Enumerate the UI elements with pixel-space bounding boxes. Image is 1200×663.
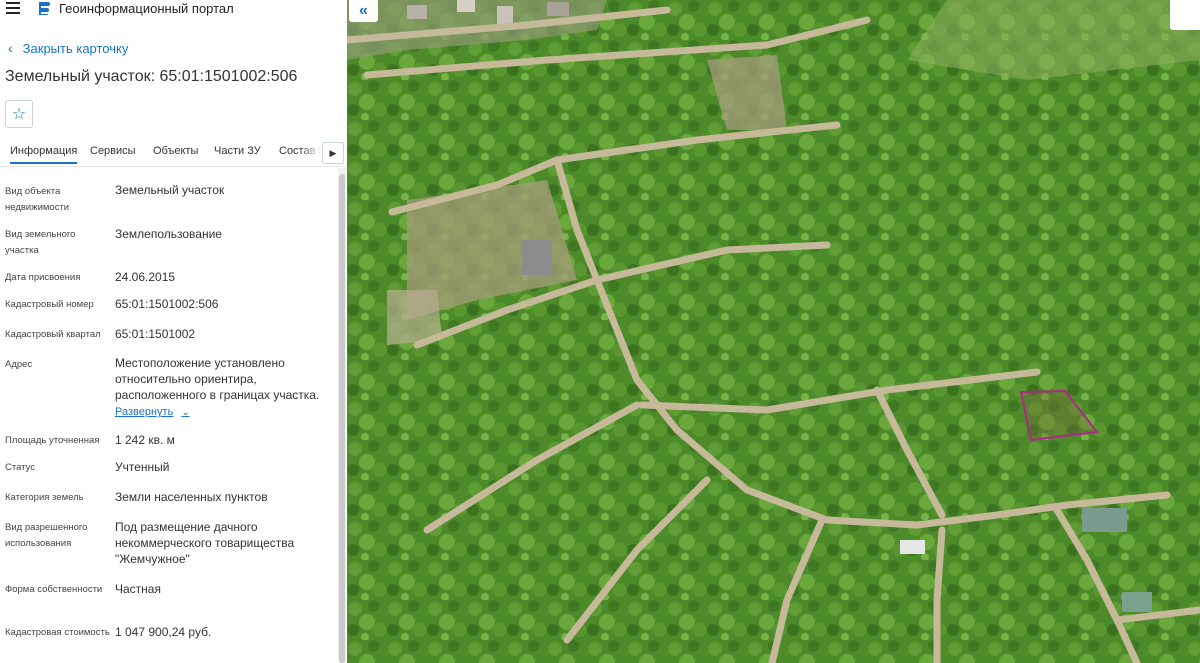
- field-label: Вид объекта недвижимости: [5, 186, 70, 213]
- star-icon: ☆: [11, 106, 27, 123]
- field-label: Вид земельного участка: [5, 229, 76, 256]
- close-card-label: Закрыть карточку: [22, 40, 129, 56]
- field-value: Земли населенных пунктов: [115, 490, 268, 504]
- field-label: Кадастровый квартал: [5, 329, 101, 340]
- field-value: 24.06.2015: [115, 270, 176, 284]
- info-panel: Геоинформационный портал ‹ Закрыть карто…: [0, 0, 347, 663]
- page-title: Земельный участок: 65:01:1501002:506: [5, 68, 298, 85]
- favorite-button[interactable]: ☆: [5, 100, 33, 128]
- app-title: Геоинформационный портал: [59, 1, 234, 16]
- double-chevron-left-icon: «: [359, 2, 368, 19]
- chevron-down-icon: ⌄: [181, 406, 190, 418]
- chevron-left-icon: ‹: [8, 40, 13, 56]
- field-value: Местоположение установлено относительно …: [115, 356, 320, 402]
- field-value: Земельный участок: [115, 183, 225, 197]
- field-value: Под размещение дачного некоммерческого т…: [115, 520, 295, 566]
- portal-logo-icon[interactable]: [36, 1, 51, 16]
- field-value: 1 047 900,24 руб.: [115, 625, 212, 639]
- tab-fade: [300, 140, 322, 166]
- field-label: Категория земель: [5, 492, 84, 503]
- close-card-link[interactable]: ‹ Закрыть карточку: [8, 40, 128, 56]
- expand-label: Развернуть: [115, 406, 174, 418]
- aerial-map-image: [347, 0, 1200, 663]
- tab-bar: Информация Сервисы Объекты Части ЗУ Сост…: [0, 139, 347, 167]
- tab-parts[interactable]: Части ЗУ: [214, 145, 261, 157]
- map-control-button[interactable]: [1170, 0, 1200, 30]
- collapse-panel-button[interactable]: «: [349, 0, 378, 22]
- map-view[interactable]: [347, 0, 1200, 663]
- field-label: Дата присвоения: [5, 272, 81, 283]
- scrollbar-thumb[interactable]: [339, 174, 345, 663]
- field-label: Площадь уточненная: [5, 435, 100, 446]
- tab-information[interactable]: Информация: [10, 145, 78, 164]
- field-value: 1 242 кв. м: [115, 433, 175, 447]
- field-label: Форма собственности: [5, 584, 103, 595]
- field-value: Частная: [115, 582, 161, 596]
- tab-services[interactable]: Сервисы: [90, 145, 136, 157]
- field-label: Кадастровая стоимость: [5, 627, 110, 638]
- field-label: Вид разрешенного использования: [5, 522, 88, 549]
- panel-scrollbar[interactable]: [338, 168, 346, 663]
- field-value: Учтенный: [115, 460, 170, 474]
- tabs-scroll-right-button[interactable]: ▶: [322, 142, 344, 164]
- top-bar: Геоинформационный портал: [0, 0, 347, 18]
- menu-icon[interactable]: [6, 2, 20, 14]
- field-value: 65:01:1501002:506: [115, 297, 219, 311]
- field-label: Адрес: [5, 359, 33, 370]
- field-label: Статус: [5, 462, 36, 473]
- field-label: Кадастровый номер: [5, 299, 94, 310]
- field-value: Землепользование: [115, 227, 222, 241]
- expand-link[interactable]: Развернуть ⌄: [115, 406, 190, 418]
- tab-objects[interactable]: Объекты: [153, 145, 198, 157]
- chevron-right-icon: ▶: [329, 147, 337, 158]
- field-value: 65:01:1501002: [115, 327, 196, 341]
